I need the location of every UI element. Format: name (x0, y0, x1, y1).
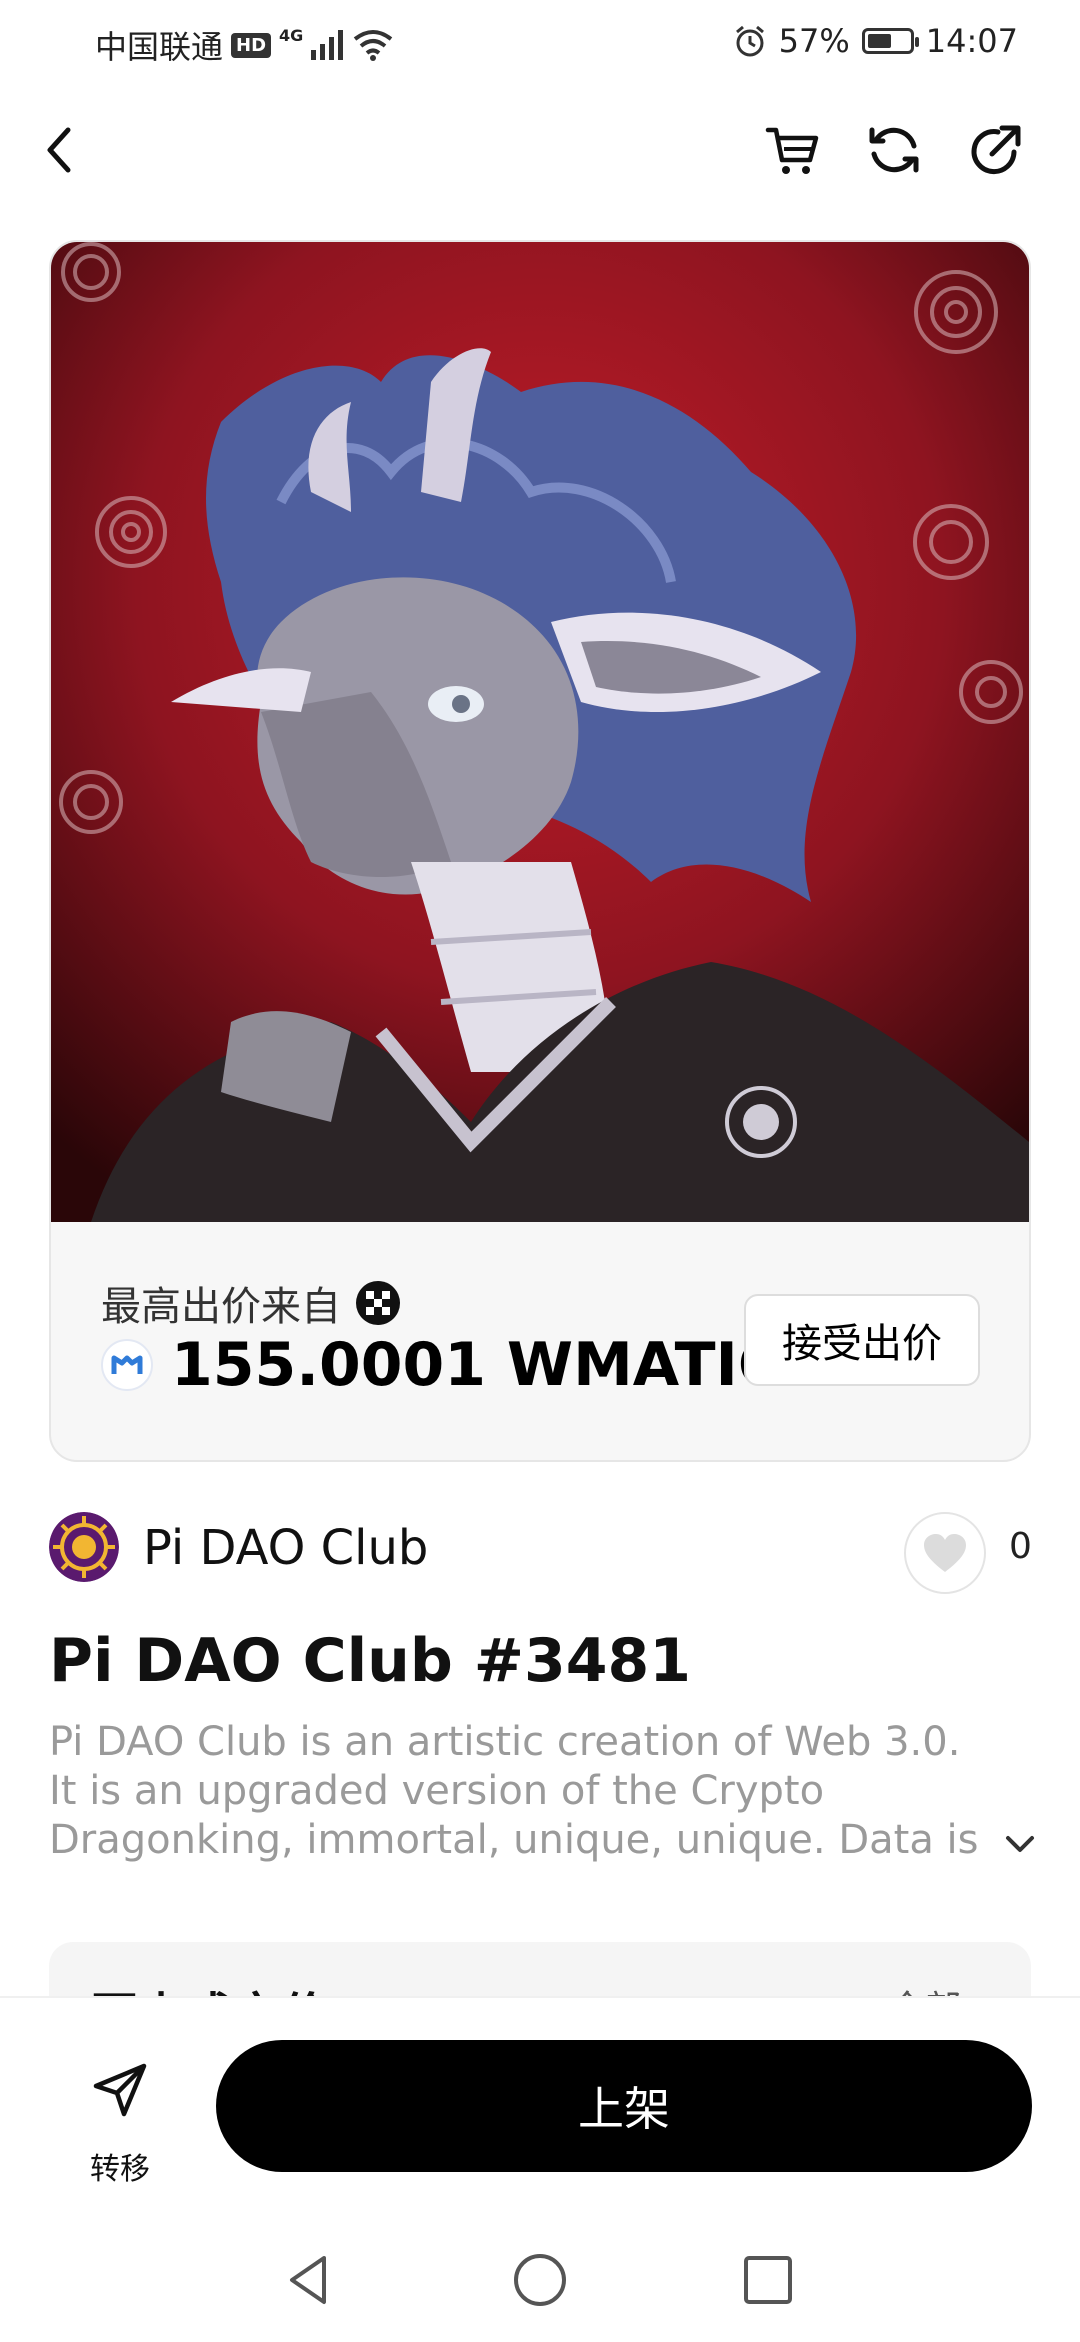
back-arrow-icon (47, 127, 71, 173)
bid-amount: 155.0001 WMATIC (171, 1330, 782, 1400)
status-bar: 中国联通 HD 4G 57% 14:07 (0, 0, 1080, 86)
cart-icon (765, 127, 819, 174)
share-icon (971, 125, 1021, 175)
battery-fill (867, 34, 891, 48)
status-left: 中国联通 HD 4G (95, 22, 393, 68)
status-right: 57% 14:07 (733, 22, 1018, 60)
network-label: 4G (279, 25, 304, 45)
top-nav (0, 110, 1080, 190)
bid-label-row: 最高出价来自 (101, 1274, 401, 1332)
cart-button[interactable] (760, 118, 824, 182)
nft-title: Pi DAO Club #3481 (49, 1626, 691, 1696)
carrier-label: 中国联通 (95, 28, 224, 66)
signal-icon (311, 30, 344, 60)
share-button[interactable] (964, 118, 1028, 182)
bid-label: 最高出价来自 (101, 1284, 341, 1330)
refresh-icon (869, 127, 919, 173)
nav-back-icon[interactable] (280, 2250, 340, 2310)
refresh-button[interactable] (862, 118, 926, 182)
nft-description: Pi DAO Club is an artistic creation of W… (49, 1719, 979, 1863)
back-button[interactable] (28, 118, 92, 182)
collection-avatar[interactable] (49, 1512, 119, 1582)
chevron-down-icon[interactable] (1000, 1828, 1040, 1858)
system-navigation-bar (0, 2230, 1080, 2330)
nft-artwork[interactable] (51, 242, 1029, 1222)
send-icon (93, 2063, 147, 2117)
highest-bid-section: 最高出价来自 155.0001 WMATIC 接受出价 (51, 1222, 1029, 1460)
battery-percent: 57% (778, 22, 850, 60)
wifi-icon (354, 30, 393, 61)
transfer-label: 转移 (90, 2152, 150, 2187)
clock: 14:07 (925, 22, 1018, 60)
bidder-avatar-icon[interactable] (355, 1280, 401, 1326)
nft-card: 最高出价来自 155.0001 WMATIC 接受出价 (49, 240, 1031, 1462)
bid-price-row: 155.0001 WMATIC (101, 1330, 782, 1400)
list-for-sale-button[interactable]: 上架 (216, 2040, 1032, 2172)
collection-name[interactable]: Pi DAO Club (143, 1520, 428, 1576)
nav-home-icon[interactable] (510, 2250, 570, 2310)
transfer-button[interactable]: 转移 (80, 2060, 160, 2187)
like-count: 0 (1009, 1526, 1032, 1567)
heart-icon (924, 1534, 966, 1572)
matic-token-icon (101, 1339, 153, 1391)
accept-offer-button[interactable]: 接受出价 (744, 1294, 980, 1386)
battery-icon (861, 28, 919, 54)
like-button[interactable] (904, 1512, 986, 1594)
alarm-icon (735, 25, 764, 57)
collection-row: Pi DAO Club 0 (49, 1512, 1032, 1594)
hd-badge: HD (231, 32, 272, 58)
nav-recents-icon[interactable] (738, 2250, 798, 2310)
